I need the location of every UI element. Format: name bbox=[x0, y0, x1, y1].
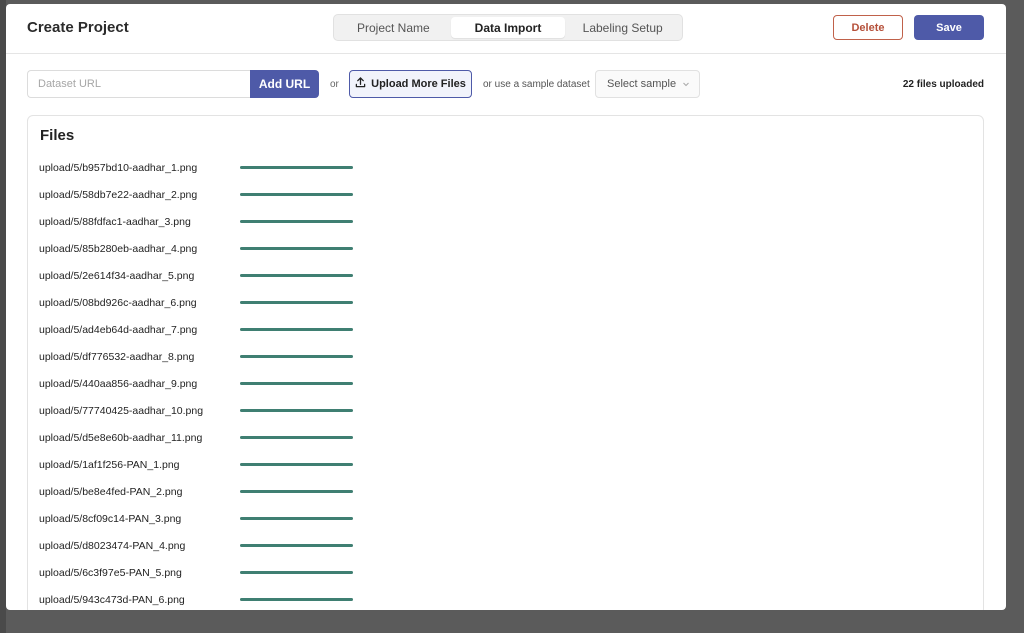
file-name: upload/5/df776532-aadhar_8.png bbox=[39, 350, 195, 363]
add-url-button[interactable]: Add URL bbox=[250, 70, 319, 98]
file-name: upload/5/8cf09c14-PAN_3.png bbox=[39, 512, 182, 525]
or-label: or bbox=[330, 79, 339, 90]
file-list: upload/5/b957bd10-aadhar_1.png upload/5/5… bbox=[39, 154, 639, 610]
upload-icon bbox=[355, 77, 366, 91]
chevron-down-icon bbox=[682, 79, 690, 91]
file-row: upload/5/88fdfac1-aadhar_3.png bbox=[39, 208, 639, 235]
file-name: upload/5/d8023474-PAN_4.png bbox=[39, 539, 186, 552]
sample-select[interactable]: Select sample bbox=[595, 70, 700, 98]
upload-progress-fill bbox=[240, 382, 353, 385]
tab-labeling-setup[interactable]: Labeling Setup bbox=[565, 17, 680, 38]
upload-progress-bar bbox=[240, 301, 353, 304]
file-row: upload/5/b957bd10-aadhar_1.png bbox=[39, 154, 639, 181]
upload-progress-bar bbox=[240, 328, 353, 331]
file-name: upload/5/d5e8e60b-aadhar_11.png bbox=[39, 431, 203, 444]
save-button[interactable]: Save bbox=[914, 15, 984, 40]
sample-select-value: Select sample bbox=[607, 78, 677, 90]
upload-progress-bar bbox=[240, 571, 353, 574]
file-name: upload/5/2e614f34-aadhar_5.png bbox=[39, 269, 195, 282]
upload-progress-fill bbox=[240, 598, 353, 601]
file-name: upload/5/88fdfac1-aadhar_3.png bbox=[39, 215, 191, 228]
upload-progress-bar bbox=[240, 247, 353, 250]
tab-project-name[interactable]: Project Name bbox=[336, 17, 451, 38]
file-row: upload/5/440aa856-aadhar_9.png bbox=[39, 370, 639, 397]
import-toolbar: Add URL or Upload More Files or use a sa… bbox=[6, 54, 1006, 114]
upload-progress-bar bbox=[240, 598, 353, 601]
file-name: upload/5/be8e4fed-PAN_2.png bbox=[39, 485, 183, 498]
page-title: Create Project bbox=[27, 19, 129, 36]
file-row: upload/5/be8e4fed-PAN_2.png bbox=[39, 478, 639, 505]
file-name: upload/5/1af1f256-PAN_1.png bbox=[39, 458, 180, 471]
upload-progress-fill bbox=[240, 166, 353, 169]
upload-progress-bar bbox=[240, 355, 353, 358]
file-name: upload/5/6c3f97e5-PAN_5.png bbox=[39, 566, 182, 579]
file-row: upload/5/d5e8e60b-aadhar_11.png bbox=[39, 424, 639, 451]
sample-dataset-label: or use a sample dataset bbox=[483, 79, 590, 90]
file-row: upload/5/943c473d-PAN_6.png bbox=[39, 586, 639, 610]
upload-progress-fill bbox=[240, 328, 353, 331]
upload-label: Upload More Files bbox=[371, 78, 466, 90]
file-name: upload/5/08bd926c-aadhar_6.png bbox=[39, 296, 197, 309]
upload-progress-bar bbox=[240, 220, 353, 223]
dataset-url-input[interactable] bbox=[27, 70, 251, 98]
file-row: upload/5/6c3f97e5-PAN_5.png bbox=[39, 559, 639, 586]
upload-progress-fill bbox=[240, 571, 353, 574]
file-row: upload/5/1af1f256-PAN_1.png bbox=[39, 451, 639, 478]
delete-button[interactable]: Delete bbox=[833, 15, 903, 40]
upload-progress-bar bbox=[240, 409, 353, 412]
file-name: upload/5/ad4eb64d-aadhar_7.png bbox=[39, 323, 198, 336]
upload-progress-bar bbox=[240, 193, 353, 196]
upload-more-files-button[interactable]: Upload More Files bbox=[349, 70, 472, 98]
file-name: upload/5/440aa856-aadhar_9.png bbox=[39, 377, 198, 390]
upload-progress-fill bbox=[240, 436, 353, 439]
files-title: Files bbox=[40, 127, 75, 144]
files-panel: Files upload/5/b957bd10-aadhar_1.png uplo… bbox=[27, 115, 984, 610]
upload-progress-fill bbox=[240, 193, 353, 196]
upload-progress-fill bbox=[240, 409, 353, 412]
create-project-modal: Create Project Project Name Data Import … bbox=[6, 4, 1006, 610]
file-row: upload/5/2e614f34-aadhar_5.png bbox=[39, 262, 639, 289]
upload-progress-fill bbox=[240, 490, 353, 493]
files-uploaded-count: 22 files uploaded bbox=[902, 79, 984, 90]
file-row: upload/5/08bd926c-aadhar_6.png bbox=[39, 289, 639, 316]
upload-progress-bar bbox=[240, 517, 353, 520]
tab-data-import[interactable]: Data Import bbox=[450, 17, 566, 38]
upload-progress-fill bbox=[240, 301, 353, 304]
upload-progress-fill bbox=[240, 355, 353, 358]
file-name: upload/5/85b280eb-aadhar_4.png bbox=[39, 242, 198, 255]
upload-progress-bar bbox=[240, 436, 353, 439]
upload-progress-bar bbox=[240, 463, 353, 466]
file-row: upload/5/df776532-aadhar_8.png bbox=[39, 343, 639, 370]
file-name: upload/5/b957bd10-aadhar_1.png bbox=[39, 161, 198, 174]
upload-progress-bar bbox=[240, 166, 353, 169]
upload-progress-fill bbox=[240, 274, 353, 277]
upload-progress-fill bbox=[240, 247, 353, 250]
upload-progress-fill bbox=[240, 517, 353, 520]
file-row: upload/5/77740425-aadhar_10.png bbox=[39, 397, 639, 424]
upload-progress-bar bbox=[240, 544, 353, 547]
upload-progress-bar bbox=[240, 274, 353, 277]
file-row: upload/5/58db7e22-aadhar_2.png bbox=[39, 181, 639, 208]
modal-header: Create Project Project Name Data Import … bbox=[6, 4, 1006, 54]
upload-progress-bar bbox=[240, 382, 353, 385]
upload-progress-fill bbox=[240, 544, 353, 547]
upload-progress-fill bbox=[240, 463, 353, 466]
file-name: upload/5/77740425-aadhar_10.png bbox=[39, 404, 204, 417]
step-tabs: Project Name Data Import Labeling Setup bbox=[333, 14, 683, 41]
file-row: upload/5/8cf09c14-PAN_3.png bbox=[39, 505, 639, 532]
upload-progress-fill bbox=[240, 220, 353, 223]
file-name: upload/5/58db7e22-aadhar_2.png bbox=[39, 188, 198, 201]
file-row: upload/5/85b280eb-aadhar_4.png bbox=[39, 235, 639, 262]
file-name: upload/5/943c473d-PAN_6.png bbox=[39, 593, 185, 606]
file-row: upload/5/ad4eb64d-aadhar_7.png bbox=[39, 316, 639, 343]
file-row: upload/5/d8023474-PAN_4.png bbox=[39, 532, 639, 559]
upload-progress-bar bbox=[240, 490, 353, 493]
